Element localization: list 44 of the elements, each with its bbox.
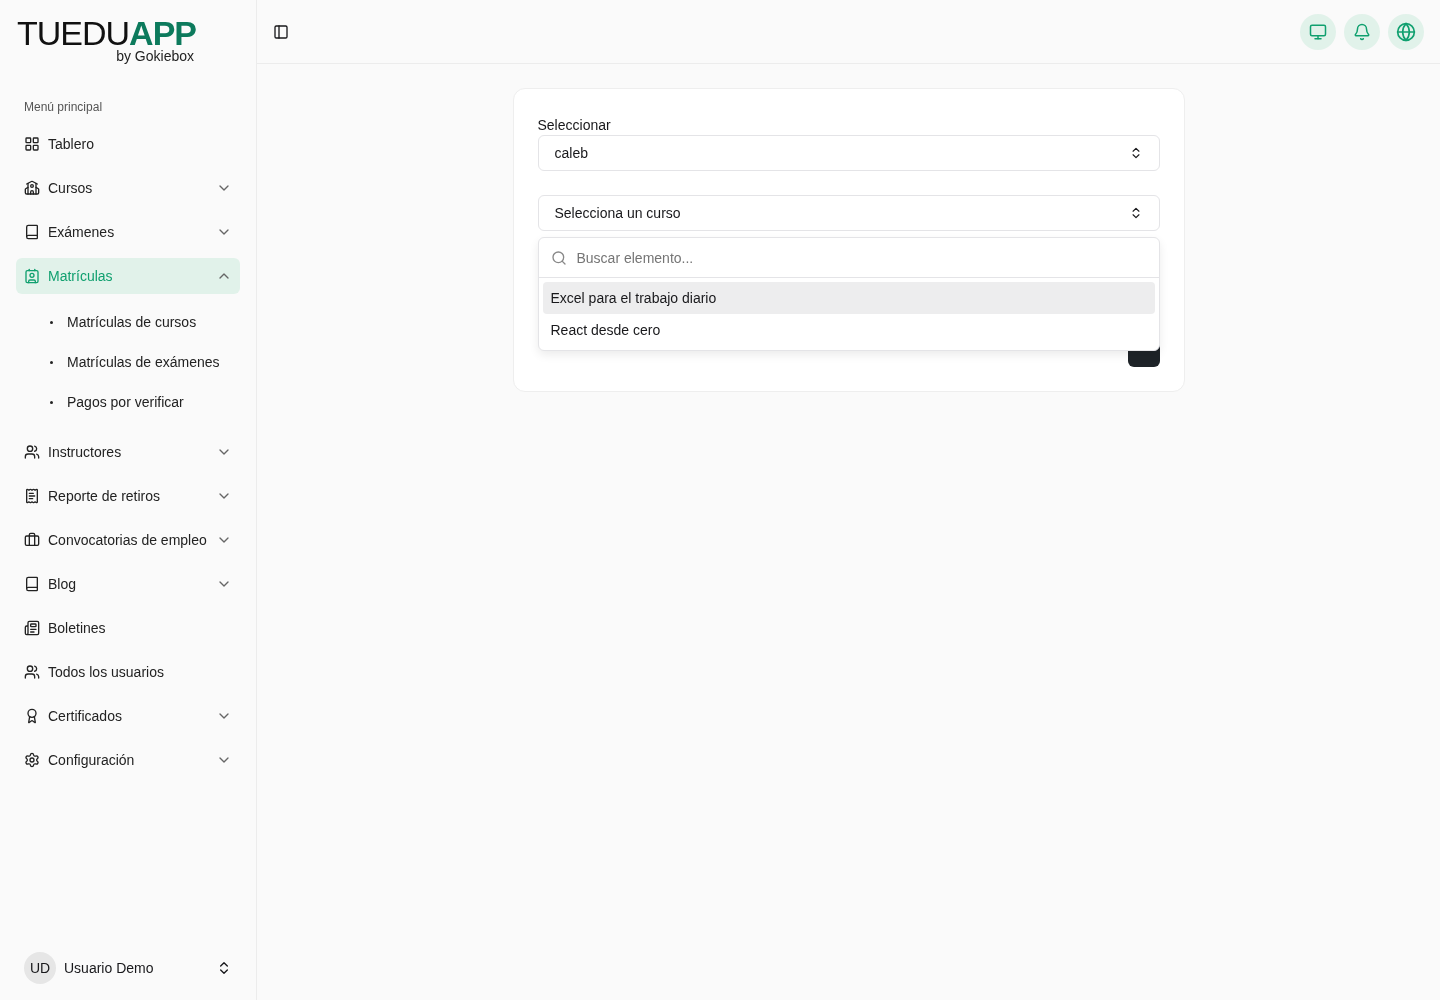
sidebar-item[interactable]: Instructores bbox=[16, 434, 240, 470]
menu-icon bbox=[24, 708, 40, 724]
language-button[interactable] bbox=[1388, 13, 1424, 50]
menu-icon bbox=[24, 224, 40, 240]
menu-icon bbox=[24, 576, 40, 592]
submenu-item[interactable]: Matrículas de exámenes bbox=[16, 342, 240, 382]
sidebar-toggle-icon[interactable] bbox=[273, 23, 289, 40]
sidebar-item[interactable]: Todos los usuarios bbox=[16, 654, 240, 690]
section-label: Menú principal bbox=[23, 100, 104, 114]
avatar: UD bbox=[24, 952, 56, 984]
submenu-item[interactable]: Matrículas de cursos bbox=[16, 302, 240, 342]
menu-icon bbox=[24, 488, 40, 504]
globe-icon bbox=[1396, 21, 1416, 42]
sidebar-item[interactable]: Blog bbox=[16, 566, 240, 602]
menu-icon bbox=[24, 268, 40, 284]
search-input[interactable]: Buscar elemento... bbox=[574, 248, 1147, 267]
logo-tagline: by Gokiebox bbox=[116, 48, 194, 64]
notifications-button[interactable] bbox=[1344, 13, 1380, 50]
menu-icon bbox=[24, 180, 40, 196]
menu-icon bbox=[24, 620, 40, 636]
user-name[interactable]: Usuario Demo bbox=[64, 960, 208, 976]
field-label: Seleccionar bbox=[537, 117, 612, 133]
sidebar-item[interactable]: Tablero bbox=[16, 126, 240, 162]
search-icon bbox=[550, 249, 567, 266]
monitor-button[interactable] bbox=[1300, 13, 1336, 50]
logo: TUEDUAPP bbox=[16, 16, 196, 50]
course-select[interactable]: Selecciona un curso bbox=[537, 195, 1160, 231]
menu-icon bbox=[24, 444, 40, 460]
monitor-icon bbox=[1309, 22, 1327, 41]
sidebar-item[interactable]: Cursos bbox=[16, 170, 240, 206]
sidebar-item[interactable]: Convocatorias de empleo bbox=[16, 522, 240, 558]
dropdown-option[interactable]: Excel para el trabajo diario bbox=[542, 282, 1155, 314]
menu-icon bbox=[24, 752, 40, 768]
user-select[interactable]: caleb bbox=[537, 135, 1160, 171]
menu-icon bbox=[24, 664, 40, 680]
menu-icon bbox=[24, 532, 40, 548]
sidebar-item[interactable]: Exámenes bbox=[16, 214, 240, 250]
sidebar-item[interactable]: Certificados bbox=[16, 698, 240, 734]
menu-icon bbox=[24, 136, 40, 152]
bell-icon bbox=[1353, 22, 1371, 41]
submenu-item[interactable]: Pagos por verificar bbox=[16, 382, 240, 422]
sidebar-item[interactable]: Configuración bbox=[16, 742, 240, 778]
sidebar-item[interactable]: Reporte de retiros bbox=[16, 478, 240, 514]
sidebar-item[interactable]: Boletines bbox=[16, 610, 240, 646]
